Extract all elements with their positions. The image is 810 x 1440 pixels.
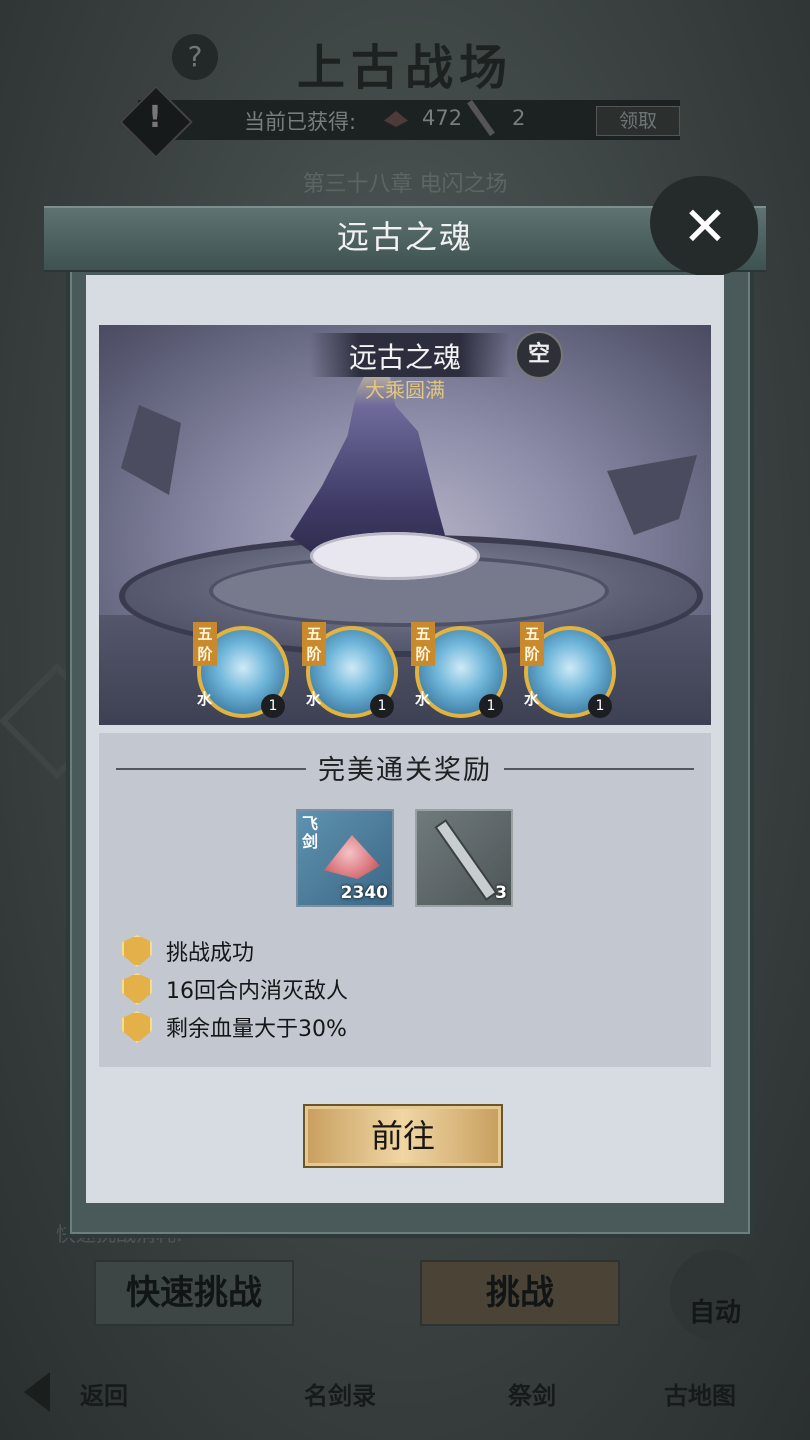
reward-title: 完美通关奖励 (318, 755, 492, 786)
skill-level: 1 (370, 694, 394, 718)
floating-rock (607, 455, 697, 535)
warning-icon: ! (148, 100, 162, 135)
nav-sacrifice-sword[interactable]: 祭剑 (508, 1376, 556, 1411)
item-count: 2340 (340, 883, 388, 903)
item-tag: 飞剑 (302, 814, 319, 851)
skill-level: 1 (479, 694, 503, 718)
skill-icon[interactable]: 五阶 水 1 (302, 622, 398, 718)
condition-row: 挑战成功 (122, 935, 254, 967)
skill-tier: 五阶 (302, 622, 326, 666)
crystal-icon (324, 835, 380, 879)
condition-text: 剩余血量大于30% (166, 1017, 347, 1042)
skill-tier: 五阶 (411, 622, 435, 666)
element-badge: 空 (515, 331, 563, 379)
skill-element: 水 (306, 690, 322, 708)
reward-item-crystal[interactable]: 飞剑 2340 (296, 809, 394, 907)
condition-text: 16回合内消灭敌人 (166, 979, 348, 1004)
nav-famous-swords[interactable]: 名剑录 (304, 1376, 376, 1411)
skill-element: 水 (415, 690, 431, 708)
quick-challenge-button[interactable]: 快速挑战 (94, 1260, 294, 1326)
back-arrow-icon (24, 1372, 50, 1412)
skill-element: 水 (197, 690, 213, 708)
item-count: 3 (495, 883, 507, 903)
resource-label: 当前已获得: (244, 110, 357, 134)
condition-text: 挑战成功 (166, 941, 255, 966)
boss-cloud (310, 532, 480, 580)
challenge-button[interactable]: 挑战 (420, 1260, 620, 1326)
medal-icon (122, 1011, 152, 1043)
skill-element: 水 (524, 690, 540, 708)
floating-rock (121, 405, 181, 495)
skill-level: 1 (261, 694, 285, 718)
gem-value: 472 (422, 106, 463, 130)
close-icon[interactable]: ✕ (672, 196, 738, 258)
boss-name: 远古之魂 (348, 341, 461, 374)
skill-tier: 五阶 (520, 622, 544, 666)
medal-icon (122, 935, 152, 967)
auto-button[interactable]: 自动 (670, 1250, 760, 1340)
skill-icon[interactable]: 五阶 水 1 (520, 622, 616, 718)
page-title: 上古战场 (296, 40, 513, 96)
skill-icon[interactable]: 五阶 水 1 (411, 622, 507, 718)
condition-row: 剩余血量大于30% (122, 1011, 347, 1043)
boss-realm: 大乘圆满 (365, 378, 445, 402)
sword-icon (437, 821, 495, 899)
skill-tier: 五阶 (193, 622, 217, 666)
medal-icon (122, 973, 152, 1005)
skill-level: 1 (588, 694, 612, 718)
sword-value: 2 (512, 106, 526, 130)
nav-back[interactable]: 返回 (80, 1376, 128, 1411)
skill-icon[interactable]: 五阶 水 1 (193, 622, 289, 718)
nav-ancient-map[interactable]: 古地图 (664, 1376, 736, 1411)
go-button[interactable]: 前往 (303, 1104, 503, 1168)
condition-row: 16回合内消灭敌人 (122, 973, 348, 1005)
claim-button[interactable]: 领取 (596, 106, 680, 136)
reward-item-sword[interactable]: 3 (415, 809, 513, 907)
